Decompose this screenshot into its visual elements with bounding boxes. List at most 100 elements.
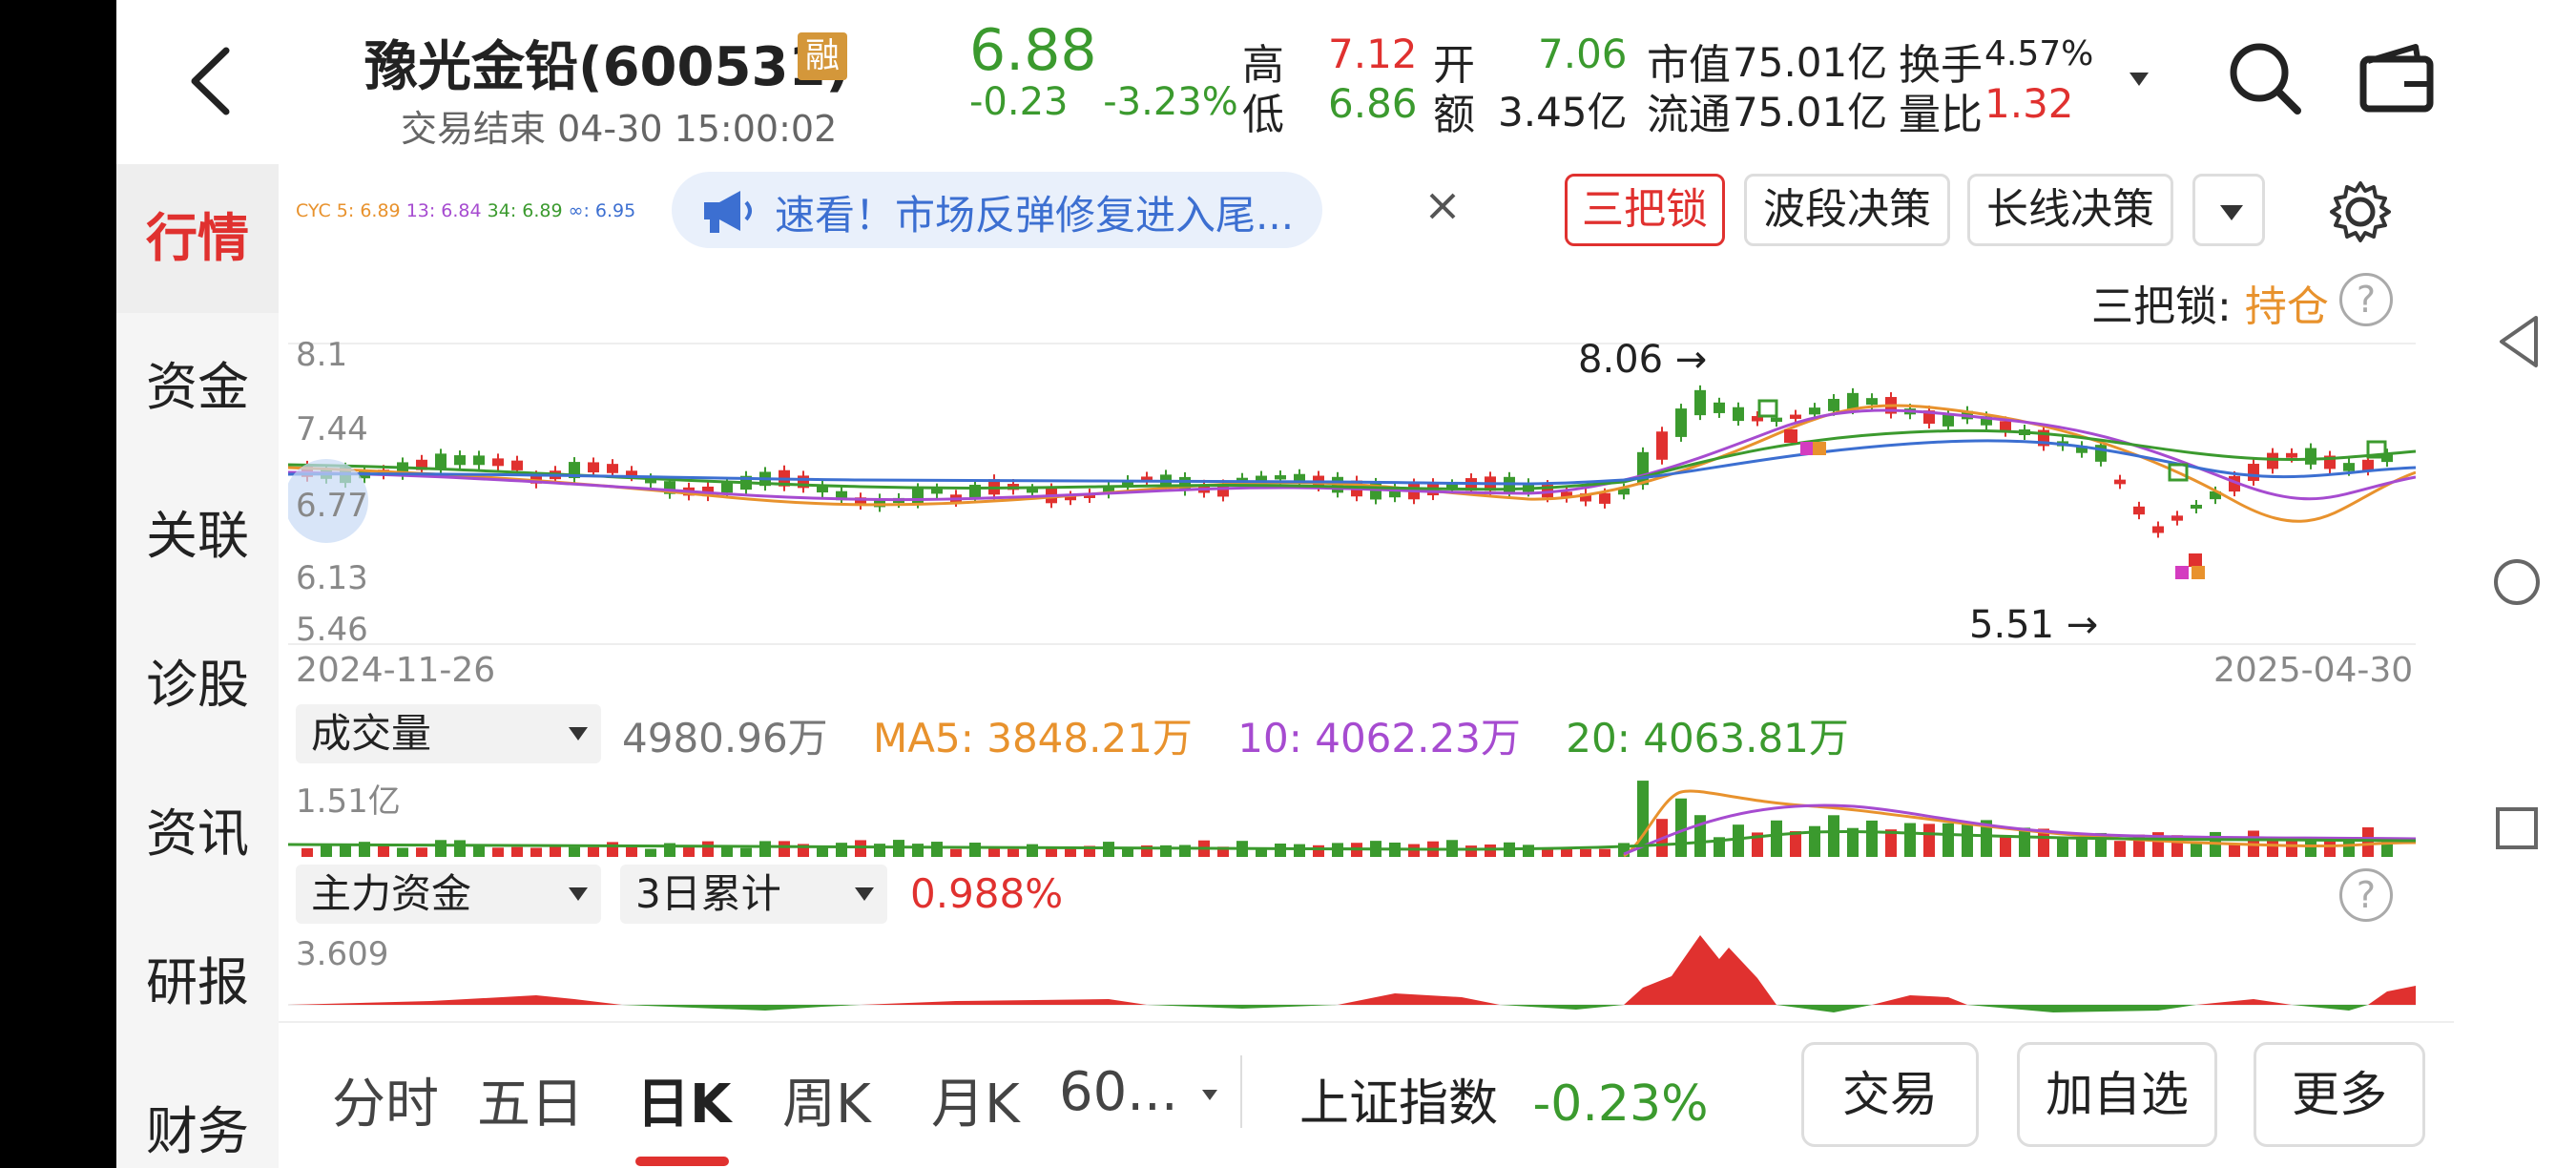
volratio-label: 量比 bbox=[1899, 91, 1983, 139]
volume-chart bbox=[288, 781, 2416, 858]
sidebar-item-funds[interactable]: 资金 bbox=[116, 313, 279, 462]
sidebar-item-quotes[interactable]: 行情 bbox=[116, 164, 279, 313]
tab-weekly-k[interactable]: 周K bbox=[782, 1061, 871, 1138]
volume-ma10: 10: 4062.23万 bbox=[1237, 715, 1521, 761]
flow-period-label: 3日累计 bbox=[635, 870, 781, 917]
system-nav-bar bbox=[2454, 0, 2576, 1168]
longterm-decision-button[interactable]: 长线决策 bbox=[1967, 174, 2173, 246]
help-icon[interactable]: ? bbox=[2339, 868, 2393, 922]
volume-bar bbox=[645, 848, 656, 857]
chevron-down-icon bbox=[569, 727, 588, 740]
volume-values: 4980.96万 MA5: 3848.21万 10: 4062.23万 20: … bbox=[622, 706, 1849, 764]
header-expand-icon[interactable] bbox=[2129, 73, 2149, 86]
strategy-more-button[interactable] bbox=[2192, 174, 2265, 246]
tab-five-day[interactable]: 五日 bbox=[477, 1061, 584, 1138]
volume-bar bbox=[702, 841, 714, 857]
wallet-icon[interactable] bbox=[2358, 42, 2435, 115]
chevron-down-icon bbox=[855, 887, 874, 901]
search-icon[interactable] bbox=[2225, 38, 2305, 118]
amount-label: 额 bbox=[1433, 91, 1475, 139]
gear-icon[interactable] bbox=[2328, 179, 2393, 244]
sidebar-item-news[interactable]: 资讯 bbox=[116, 760, 279, 908]
cyc5-label: CYC 5: 6.89 bbox=[296, 200, 401, 221]
current-price: 6.88 bbox=[969, 17, 1097, 84]
volume-bar bbox=[435, 840, 447, 857]
flow-period-select[interactable]: 3日累计 bbox=[620, 865, 887, 924]
nav-back-icon[interactable] bbox=[2496, 313, 2542, 370]
price-change: -0.23 -3.23% bbox=[969, 80, 1238, 124]
volume-bar bbox=[759, 841, 771, 857]
volume-bar bbox=[1027, 844, 1038, 857]
float-label: 流通 bbox=[1647, 91, 1731, 139]
sidebar-item-finance[interactable]: 财务 bbox=[116, 1057, 279, 1168]
nav-recents-icon[interactable] bbox=[2494, 805, 2540, 851]
help-icon[interactable]: ? bbox=[2339, 273, 2393, 326]
close-icon[interactable] bbox=[1423, 187, 1462, 225]
change-percent: -3.23% bbox=[1103, 80, 1238, 124]
volume-bar bbox=[855, 840, 866, 857]
stock-name: 豫光金铅(600531) bbox=[364, 36, 850, 98]
volume-bar bbox=[588, 846, 599, 857]
divider bbox=[1240, 1055, 1242, 1128]
nav-home-icon[interactable] bbox=[2492, 557, 2542, 607]
back-arrow-icon[interactable] bbox=[183, 43, 240, 119]
sidebar-item-research[interactable]: 研报 bbox=[116, 908, 279, 1057]
tab-intraday[interactable]: 分时 bbox=[332, 1061, 439, 1138]
volume-bar bbox=[1828, 815, 1839, 857]
y-label-3: 6.77 bbox=[296, 487, 368, 525]
stock-detail-screen: 豫光金铅(600531) 融 交易结束 04-30 15:00:02 6.88 … bbox=[116, 0, 2454, 1168]
y-label-min: 5.46 bbox=[296, 611, 368, 649]
volume-bar bbox=[378, 845, 389, 857]
volume-bar bbox=[492, 847, 504, 857]
volume-bar bbox=[1485, 844, 1496, 857]
sanba-status: 三把锁: 持仓 bbox=[2091, 272, 2329, 333]
volume-bar bbox=[1465, 845, 1477, 857]
indicator-select[interactable]: 成交量 bbox=[296, 704, 601, 763]
volume-bar bbox=[1046, 847, 1057, 857]
volratio-value: 1.32 bbox=[1984, 80, 2074, 127]
tab-minute-select[interactable]: 60... bbox=[1059, 1061, 1218, 1123]
volume-bar bbox=[1179, 845, 1191, 857]
margin-badge: 融 bbox=[798, 32, 847, 80]
volume-bar bbox=[2305, 841, 2316, 857]
volume-bar bbox=[931, 842, 943, 857]
low-value: 6.86 bbox=[1328, 80, 1418, 127]
volume-bar bbox=[1313, 845, 1324, 857]
volume-bar bbox=[721, 846, 733, 857]
sidebar-item-related[interactable]: 关联 bbox=[116, 462, 279, 611]
sanba-lock-button[interactable]: 三把锁 bbox=[1565, 174, 1725, 246]
volume-ma20: 20: 4063.81万 bbox=[1566, 715, 1849, 761]
volume-bar bbox=[2343, 839, 2355, 857]
tab-daily-k[interactable]: 日K bbox=[636, 1061, 731, 1138]
volume-bar bbox=[1675, 798, 1687, 857]
cyc34-label: 34: 6.89 bbox=[487, 200, 563, 221]
volume-bar bbox=[607, 842, 618, 857]
add-watchlist-button[interactable]: 加自选 bbox=[2017, 1042, 2217, 1147]
volume-bar bbox=[1275, 843, 1286, 857]
more-button[interactable]: 更多 bbox=[2254, 1042, 2425, 1147]
index-ticker[interactable]: 上证指数 -0.23% bbox=[1299, 1063, 1709, 1135]
trade-button[interactable]: 交易 bbox=[1801, 1042, 1979, 1147]
volume-bar bbox=[1942, 823, 1954, 857]
banner-text[interactable]: 速看！市场反弹修复进入尾... bbox=[775, 183, 1294, 241]
volume-bar bbox=[530, 847, 542, 857]
volume-bar bbox=[1122, 848, 1133, 857]
cyc-legend: CYC 5: 6.89 13: 6.84 34: 6.89 ∞: 6.95 bbox=[296, 200, 635, 221]
max-price-label: 8.06 → bbox=[1578, 338, 1708, 382]
flow-type-select[interactable]: 主力资金 bbox=[296, 865, 601, 924]
sanba-status-label: 三把锁: bbox=[2091, 282, 2232, 331]
float-value: 75.01亿 bbox=[1733, 89, 1888, 136]
volume-bar bbox=[2362, 827, 2374, 857]
volume-bar bbox=[454, 840, 466, 857]
sidebar-item-diagnosis[interactable]: 诊股 bbox=[116, 611, 279, 760]
volume-bar bbox=[1771, 820, 1782, 857]
turnover-value: 4.57% bbox=[1984, 34, 2094, 73]
wave-decision-button[interactable]: 波段决策 bbox=[1744, 174, 1950, 246]
flow-value: 0.988% bbox=[910, 870, 1064, 917]
low-label: 低 bbox=[1242, 91, 1284, 139]
cycinf-label: ∞: 6.95 bbox=[568, 200, 636, 221]
tab-monthly-k[interactable]: 月K bbox=[931, 1061, 1020, 1138]
volume-bar bbox=[950, 848, 962, 857]
volume-bar bbox=[779, 841, 790, 857]
lock-markers bbox=[1757, 399, 2387, 579]
